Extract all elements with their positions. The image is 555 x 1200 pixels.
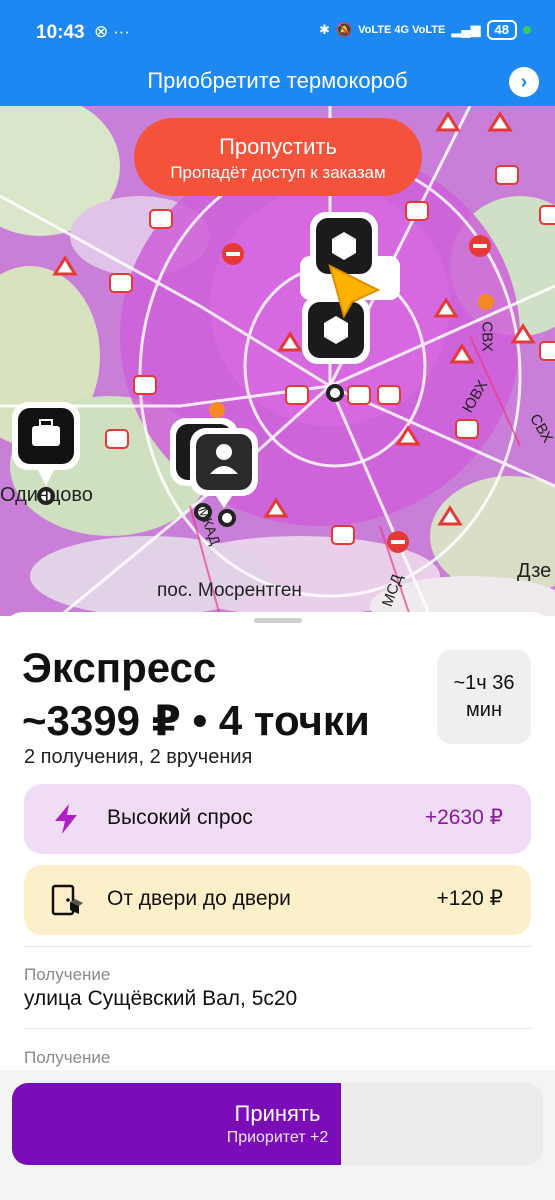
signal-icon: ▂▄▆ <box>451 22 481 37</box>
order-title: Экспресс <box>22 644 217 691</box>
notification-icons: ⊗ ··· <box>94 22 130 41</box>
sheet-drag-handle[interactable] <box>254 618 302 623</box>
pickup-1-address: улица Сущёвский Вал, 5с20 <box>24 987 298 1010</box>
status-time: 10:43 <box>36 22 85 43</box>
pin-cluster-top <box>300 212 400 364</box>
accept-button-subtitle: Приоритет +2 <box>226 1129 329 1146</box>
pin-person <box>170 418 258 508</box>
lightning-icon <box>55 804 77 834</box>
status-bar: 10:43 ⊗ ··· ✱ 🔕 VoLTE 4G VoLTE ▂▄▆ 48 <box>0 0 555 62</box>
map-label-dze: Дзе <box>517 560 552 582</box>
bluetooth-icon: ✱ <box>319 22 330 37</box>
thermobox-banner[interactable]: Приобретите термокороб › <box>0 62 555 106</box>
battery-indicator: 48 <box>486 20 517 40</box>
skip-button[interactable]: Пропустить Пропадёт доступ к заказам <box>134 118 422 196</box>
door-box-icon <box>51 884 83 916</box>
map-label-svh: СВХ <box>478 321 496 352</box>
network-labels: VoLTE 4G VoLTE <box>358 24 446 36</box>
pickup-2-label: Получение <box>24 1048 111 1067</box>
mute-bell-icon: 🔕 <box>335 22 353 37</box>
map-label-mosrentgen: пос. Мосрентген <box>157 580 302 601</box>
accept-button-title: Принять <box>234 1101 321 1126</box>
skip-button-subtitle: Пропадёт доступ к заказам <box>170 163 386 182</box>
pickup-1-label: Получение <box>24 965 111 984</box>
banner-text: Приобретите термокороб <box>147 68 408 93</box>
eta-box: ~1ч 36 мин <box>437 650 531 744</box>
skip-button-title: Пропустить <box>219 134 337 159</box>
eta-line-2: мин <box>466 699 502 721</box>
order-price-points: ~3399 ₽ • 4 точки <box>22 697 370 744</box>
high-demand-chip[interactable]: Высокий спрос +2630 ₽ <box>24 784 531 854</box>
high-demand-label: Высокий спрос <box>107 806 253 829</box>
status-right: ✱ 🔕 VoLTE 4G VoLTE ▂▄▆ 48 <box>319 20 531 40</box>
divider <box>24 1028 531 1029</box>
order-subline: 2 получения, 2 вручения <box>24 746 253 768</box>
door-to-door-label: От двери до двери <box>107 887 291 910</box>
privacy-dot-icon <box>523 26 531 34</box>
pin-briefcase <box>12 402 80 486</box>
door-to-door-chip[interactable]: От двери до двери +120 ₽ <box>24 865 531 935</box>
high-demand-amount: +2630 ₽ <box>424 806 503 829</box>
divider <box>24 946 531 947</box>
map-label-odintsovo: Одинцово <box>0 484 93 506</box>
door-to-door-amount: +120 ₽ <box>436 887 504 910</box>
eta-line-1: ~1ч 36 <box>453 672 515 694</box>
banner-arrow-icon[interactable]: › <box>509 67 539 97</box>
